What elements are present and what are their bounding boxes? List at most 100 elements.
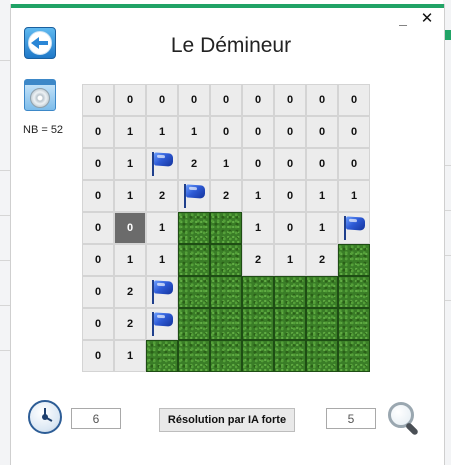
hidden-cell[interactable] — [242, 308, 274, 340]
revealed-cell[interactable]: 0 — [82, 148, 114, 180]
revealed-cell[interactable]: 0 — [210, 84, 242, 116]
magnifier-icon[interactable] — [387, 401, 423, 437]
hidden-cell[interactable] — [178, 276, 210, 308]
flagged-cell[interactable] — [146, 276, 178, 308]
back-arrow-icon[interactable] — [24, 27, 56, 59]
cell-number: 1 — [318, 190, 326, 202]
revealed-cell[interactable]: 0 — [82, 180, 114, 212]
hidden-cell[interactable] — [210, 340, 242, 372]
flagged-cell[interactable] — [146, 308, 178, 340]
window-title: Le Démineur — [170, 34, 292, 57]
hidden-cell[interactable] — [274, 308, 306, 340]
hidden-cell[interactable] — [306, 276, 338, 308]
revealed-cell[interactable]: 1 — [146, 212, 178, 244]
hidden-cell[interactable] — [338, 308, 370, 340]
revealed-cell[interactable]: 0 — [82, 84, 114, 116]
hidden-cell[interactable] — [178, 244, 210, 276]
count-field[interactable] — [326, 408, 376, 429]
revealed-cell[interactable]: 1 — [146, 116, 178, 148]
revealed-cell[interactable]: 2 — [114, 308, 146, 340]
hidden-cell[interactable] — [210, 212, 242, 244]
revealed-cell[interactable]: 0 — [274, 84, 306, 116]
flagged-cell[interactable] — [338, 212, 370, 244]
cell-number: 1 — [350, 190, 358, 202]
revealed-cell[interactable]: 0 — [306, 84, 338, 116]
revealed-cell[interactable]: 1 — [178, 116, 210, 148]
revealed-cell[interactable]: 0 — [82, 276, 114, 308]
solve-strong-ai-button[interactable]: Résolution par IA forte — [159, 408, 295, 432]
hidden-cell[interactable] — [210, 244, 242, 276]
hidden-cell[interactable] — [146, 340, 178, 372]
revealed-cell[interactable]: 2 — [114, 276, 146, 308]
revealed-cell[interactable]: 0 — [82, 308, 114, 340]
revealed-cell[interactable]: 2 — [178, 148, 210, 180]
close-button[interactable]: ✕ — [416, 10, 438, 28]
revealed-cell[interactable]: 1 — [210, 148, 242, 180]
flagged-cell[interactable] — [178, 180, 210, 212]
revealed-cell[interactable]: 1 — [146, 244, 178, 276]
hidden-cell[interactable] — [242, 276, 274, 308]
revealed-cell[interactable]: 1 — [114, 180, 146, 212]
revealed-cell[interactable]: 0 — [146, 84, 178, 116]
revealed-cell[interactable]: 0 — [306, 116, 338, 148]
revealed-cell[interactable]: 1 — [338, 180, 370, 212]
selected-cell[interactable]: 0 — [114, 212, 146, 244]
cell-number: 1 — [158, 222, 166, 234]
minesweeper-window: _ ✕ Le Démineur NB = 52 0000000000111000… — [10, 4, 445, 465]
hidden-cell[interactable] — [210, 276, 242, 308]
hidden-cell[interactable] — [178, 308, 210, 340]
revealed-cell[interactable]: 1 — [306, 180, 338, 212]
revealed-cell[interactable]: 0 — [338, 116, 370, 148]
cell-number: 1 — [126, 158, 134, 170]
revealed-cell[interactable]: 0 — [274, 212, 306, 244]
hidden-cell[interactable] — [178, 340, 210, 372]
revealed-cell[interactable]: 2 — [242, 244, 274, 276]
revealed-cell[interactable]: 0 — [306, 148, 338, 180]
hidden-cell[interactable] — [242, 340, 274, 372]
hidden-cell[interactable] — [274, 276, 306, 308]
revealed-cell[interactable]: 0 — [242, 148, 274, 180]
revealed-cell[interactable]: 1 — [114, 116, 146, 148]
revealed-cell[interactable]: 1 — [114, 244, 146, 276]
revealed-cell[interactable]: 0 — [82, 116, 114, 148]
cell-number: 0 — [126, 222, 134, 234]
revealed-cell[interactable]: 1 — [114, 340, 146, 372]
background-app-left-edge — [0, 0, 10, 465]
revealed-cell[interactable]: 1 — [242, 212, 274, 244]
cell-number: 1 — [254, 190, 262, 202]
revealed-cell[interactable]: 0 — [82, 340, 114, 372]
revealed-cell[interactable]: 0 — [82, 244, 114, 276]
revealed-cell[interactable]: 0 — [210, 116, 242, 148]
revealed-cell[interactable]: 0 — [338, 148, 370, 180]
revealed-cell[interactable]: 0 — [82, 212, 114, 244]
revealed-cell[interactable]: 0 — [242, 84, 274, 116]
revealed-cell[interactable]: 0 — [338, 84, 370, 116]
revealed-cell[interactable]: 1 — [242, 180, 274, 212]
revealed-cell[interactable]: 2 — [146, 180, 178, 212]
disk-icon[interactable] — [24, 79, 56, 111]
revealed-cell[interactable]: 0 — [274, 116, 306, 148]
revealed-cell[interactable]: 0 — [242, 116, 274, 148]
flagged-cell[interactable] — [146, 148, 178, 180]
minimize-button[interactable]: _ — [392, 10, 414, 28]
hidden-cell[interactable] — [338, 276, 370, 308]
revealed-cell[interactable]: 1 — [274, 244, 306, 276]
hidden-cell[interactable] — [306, 340, 338, 372]
flag-icon — [149, 279, 175, 305]
hidden-cell[interactable] — [178, 212, 210, 244]
revealed-cell[interactable]: 2 — [306, 244, 338, 276]
revealed-cell[interactable]: 0 — [114, 84, 146, 116]
cell-number: 2 — [190, 158, 198, 170]
revealed-cell[interactable]: 0 — [274, 180, 306, 212]
hidden-cell[interactable] — [338, 244, 370, 276]
revealed-cell[interactable]: 2 — [210, 180, 242, 212]
hidden-cell[interactable] — [338, 340, 370, 372]
revealed-cell[interactable]: 1 — [306, 212, 338, 244]
revealed-cell[interactable]: 0 — [274, 148, 306, 180]
revealed-cell[interactable]: 0 — [178, 84, 210, 116]
time-field[interactable] — [71, 408, 121, 429]
hidden-cell[interactable] — [274, 340, 306, 372]
hidden-cell[interactable] — [306, 308, 338, 340]
hidden-cell[interactable] — [210, 308, 242, 340]
revealed-cell[interactable]: 1 — [114, 148, 146, 180]
